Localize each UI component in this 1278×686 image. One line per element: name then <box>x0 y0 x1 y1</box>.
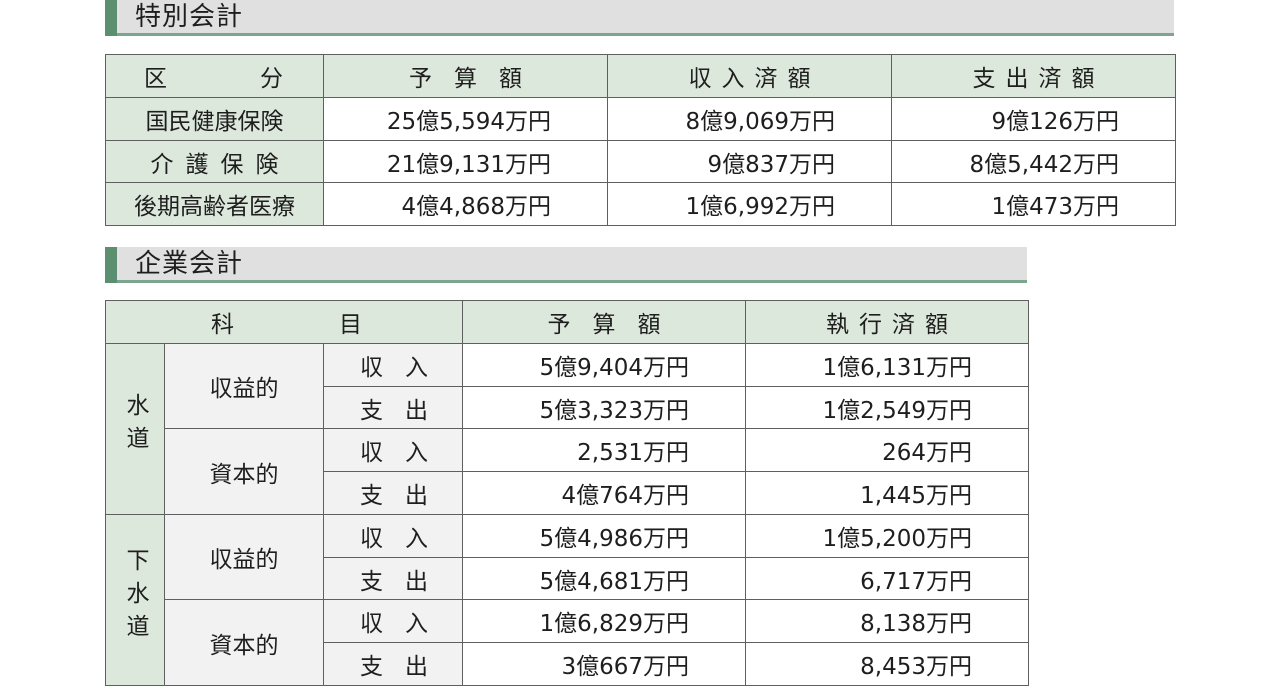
type-label: 収入 <box>323 599 463 643</box>
enterprise-account-header: 企業会計 <box>105 247 1027 283</box>
type-label: 収入 <box>323 428 463 472</box>
budget-cell: 1億6,829万円 <box>462 599 746 643</box>
header-accent-bar <box>105 0 117 36</box>
special-account-table: 区分 予算額 収入済額 支出済額 国民健康保険 25億5,594万円 8億9,0… <box>105 54 1176 226</box>
table-row: 資本的 収入 2,531万円 264万円 <box>106 428 1029 515</box>
header-budget: 予算額 <box>462 300 746 344</box>
executed-cell: 6,717万円 <box>745 557 1029 600</box>
executed-cell: 8,453万円 <box>745 642 1029 686</box>
type-label: 支出 <box>323 471 463 515</box>
budget-cell: 3億667万円 <box>462 642 746 686</box>
section-label: 収益的 <box>164 343 324 429</box>
budget-cell: 25億5,594万円 <box>323 97 608 141</box>
executed-cell: 264万円 <box>745 428 1029 472</box>
type-label: 支出 <box>323 557 463 600</box>
type-label: 収入 <box>323 343 463 387</box>
header-category: 区分 <box>105 54 324 98</box>
budget-cell: 5億3,323万円 <box>462 386 746 429</box>
type-label: 支出 <box>323 386 463 429</box>
executed-cell: 1億2,549万円 <box>745 386 1029 429</box>
table-row: 下水道 収益的 収入 5億4,986万円 1億5,200万円 <box>105 514 1029 686</box>
table-row: 水道 収益的 収入 5億9,404万円 1億6,131万円 <box>105 343 1029 515</box>
row-label: 国民健康保険 <box>105 97 324 141</box>
row-label: 介護保険 <box>105 140 324 183</box>
table-row: 後期高齢者医療 4億4,868万円 1億6,992万円 1億473万円 <box>105 182 1176 226</box>
header-accent-bar <box>105 247 117 283</box>
section-label: 収益的 <box>164 514 324 600</box>
header-received: 収入済額 <box>607 54 892 98</box>
table-row: 介護保険 21億9,131万円 9億837万円 8億5,442万円 <box>105 140 1176 183</box>
header-item: 科目 <box>105 300 463 344</box>
header-spent: 支出済額 <box>891 54 1176 98</box>
group-label-sewer: 下水道 <box>105 514 165 686</box>
executed-cell: 1億6,131万円 <box>745 343 1029 387</box>
budget-cell: 4億764万円 <box>462 471 746 515</box>
budget-cell: 5億4,986万円 <box>462 514 746 558</box>
group-label-water: 水道 <box>105 343 165 515</box>
received-cell: 8億9,069万円 <box>607 97 892 141</box>
section-label: 資本的 <box>164 428 324 515</box>
budget-cell: 2,531万円 <box>462 428 746 472</box>
special-account-title: 特別会計 <box>135 2 244 32</box>
budget-cell: 4億4,868万円 <box>323 182 608 226</box>
section-label: 資本的 <box>164 599 324 686</box>
budget-cell: 5億9,404万円 <box>462 343 746 387</box>
table-header-row: 科目 予算額 執行済額 <box>105 300 1029 344</box>
executed-cell: 1億5,200万円 <box>745 514 1029 558</box>
row-label: 後期高齢者医療 <box>105 182 324 226</box>
header-executed: 執行済額 <box>745 300 1029 344</box>
table-row: 資本的 収入 1億6,829万円 8,138万円 <box>106 599 1029 686</box>
type-label: 収入 <box>323 514 463 558</box>
spent-cell: 1億473万円 <box>891 182 1176 226</box>
budget-cell: 5億4,681万円 <box>462 557 746 600</box>
received-cell: 1億6,992万円 <box>607 182 892 226</box>
type-label: 支出 <box>323 642 463 686</box>
budget-cell: 21億9,131万円 <box>323 140 608 183</box>
received-cell: 9億837万円 <box>607 140 892 183</box>
table-row: 国民健康保険 25億5,594万円 8億9,069万円 9億126万円 <box>105 97 1176 141</box>
spent-cell: 8億5,442万円 <box>891 140 1176 183</box>
header-budget: 予算額 <box>323 54 608 98</box>
enterprise-account-table: 科目 予算額 執行済額 水道 収益的 収入 5億9,404万円 1億6,131万… <box>105 300 1029 686</box>
spent-cell: 9億126万円 <box>891 97 1176 141</box>
executed-cell: 1,445万円 <box>745 471 1029 515</box>
special-account-header: 特別会計 <box>105 0 1174 36</box>
enterprise-account-title: 企業会計 <box>135 249 244 279</box>
executed-cell: 8,138万円 <box>745 599 1029 643</box>
table-header-row: 区分 予算額 収入済額 支出済額 <box>105 54 1176 98</box>
